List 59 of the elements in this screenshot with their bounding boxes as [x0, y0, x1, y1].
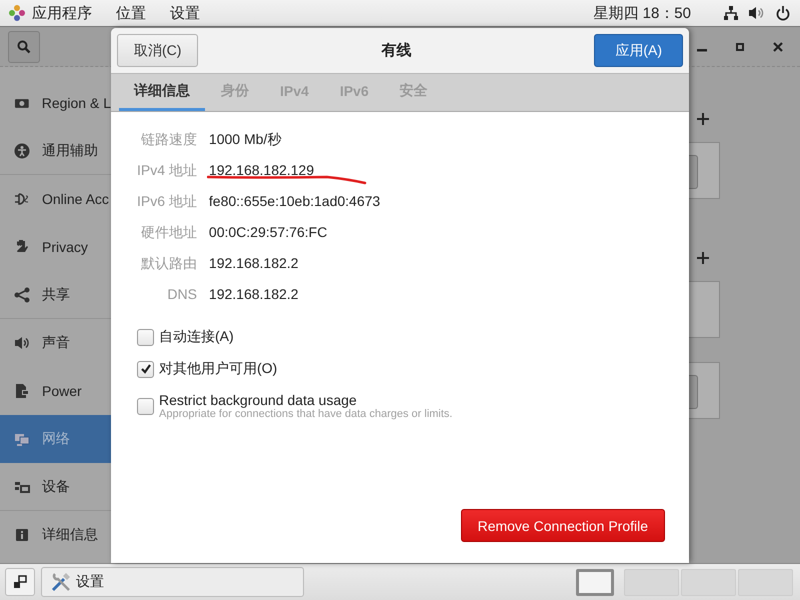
network-icon [14, 431, 30, 447]
menu-item[interactable]: 位置 [116, 4, 146, 22]
logo-icon[interactable] [9, 5, 25, 21]
maximize-icon[interactable] [736, 42, 744, 50]
checkbox-label[interactable]: 对其他用户可用(O) [159, 360, 278, 378]
add-icon[interactable] [697, 252, 709, 264]
task-button[interactable]: 设置 [41, 567, 304, 597]
sidebar-item[interactable]: Privacy [0, 223, 111, 271]
field-value: 192.168.182.2 [208, 286, 300, 302]
field-value: 00:0C:29:57:76:FC [208, 224, 328, 242]
sidebar-item[interactable]: Online Acc [0, 175, 111, 223]
checkbox[interactable] [137, 328, 154, 346]
tab[interactable]: 详细信息 [119, 74, 205, 111]
field-label: 默认路由 [140, 255, 197, 273]
field-value: 192.168.182.2 [208, 255, 300, 273]
checkbox[interactable] [137, 398, 154, 414]
show-desktop-button[interactable] [5, 568, 35, 596]
close-icon[interactable] [773, 42, 783, 52]
field-value: 1000 Mb/秒 [208, 131, 282, 149]
field-value: fe80::655e:10eb:1ad0:4673 [208, 193, 382, 211]
accessibility-icon [14, 142, 30, 158]
speaker-icon [14, 335, 30, 351]
dialog-title: 有线 [380, 41, 412, 60]
field-label: IPv4 地址 [137, 162, 197, 180]
workspace-button[interactable] [576, 568, 614, 596]
clock[interactable]: 星期四 18：50 [593, 4, 691, 22]
search-icon [17, 40, 31, 54]
panel-background [689, 362, 720, 419]
share-icon [14, 286, 30, 302]
checkbox[interactable] [137, 360, 154, 378]
tools-icon [50, 571, 72, 593]
sidebar-item[interactable]: 详细信息 [0, 511, 111, 559]
search-button[interactable] [8, 30, 40, 62]
sidebar-item[interactable]: 声音 [0, 319, 111, 367]
power-icon[interactable] [776, 6, 790, 20]
sidebar-item[interactable]: Region & L [0, 79, 111, 127]
windows-icon [13, 575, 27, 589]
remove-button[interactable]: Remove Connection Profile [460, 509, 665, 542]
account-icon [14, 191, 30, 207]
checkbox-label[interactable]: 自动连接(A) [159, 328, 234, 346]
field-label: DNS [166, 286, 197, 302]
field-label: 硬件地址 [140, 224, 197, 242]
panel-background [689, 142, 720, 199]
menu-item[interactable]: 应用程序 [32, 4, 92, 22]
network-icon[interactable] [724, 6, 738, 20]
field-value: 192.168.182.129 [208, 162, 316, 180]
sidebar-item[interactable]: Power [0, 367, 111, 415]
add-icon[interactable] [697, 113, 709, 125]
apply-button[interactable]: 应用(A) [594, 34, 683, 67]
checkbox-label[interactable]: Restrict background data usage [159, 392, 452, 408]
info-icon [14, 527, 30, 543]
volume-icon[interactable] [749, 6, 765, 20]
field-label: 链路速度 [140, 131, 197, 149]
power-plug-icon [14, 383, 30, 399]
field-label: IPv6 地址 [137, 193, 197, 211]
cancel-button[interactable]: 取消(C) [117, 34, 198, 67]
option-description: Appropriate for connections that have data charges or limits. [159, 408, 452, 420]
panel-background [689, 281, 720, 338]
menu-item[interactable]: 设置 [170, 4, 200, 22]
